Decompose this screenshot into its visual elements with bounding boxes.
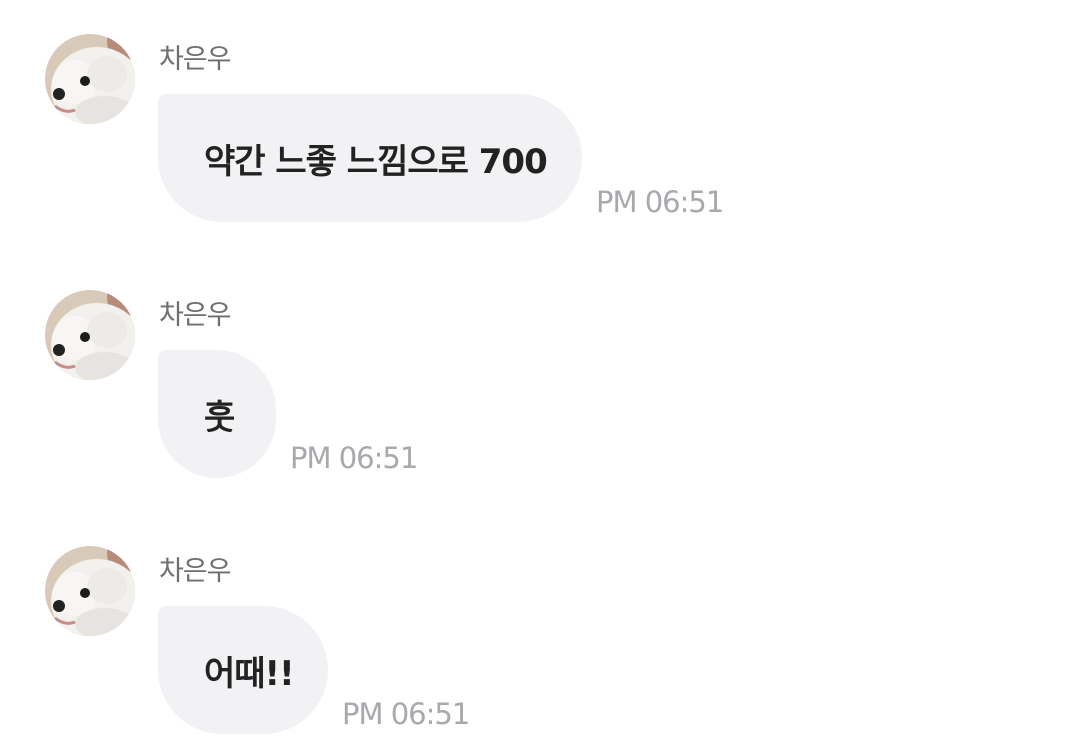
message-text: 약간 느좋 느낌으로 700 [204,141,548,182]
message-time: PM 06:51 [342,697,470,731]
message-bubble[interactable]: 훗 [158,350,276,478]
message-row: 차은우 훗 PM 06:51 [0,256,1080,478]
message-row: 차은우 약간 느좋 느낌으로 700 PM 06:51 [0,0,1080,222]
message-text: 어때!! [204,653,295,694]
avatar[interactable] [45,34,135,124]
avatar[interactable] [45,546,135,636]
sender-name: 차은우 [159,44,232,75]
avatar[interactable] [45,290,135,380]
message-text: 훗 [204,397,235,438]
dog-avatar-icon [45,34,135,124]
message-bubble[interactable]: 약간 느좋 느낌으로 700 [158,94,582,222]
message-row: 차은우 어때!! PM 06:51 [0,512,1080,734]
message-time: PM 06:51 [290,441,418,475]
dog-avatar-icon [45,546,135,636]
sender-name: 차은우 [159,300,232,331]
sender-name: 차은우 [159,556,232,587]
message-time: PM 06:51 [596,185,724,219]
message-bubble[interactable]: 어때!! [158,606,328,734]
dog-avatar-icon [45,290,135,380]
